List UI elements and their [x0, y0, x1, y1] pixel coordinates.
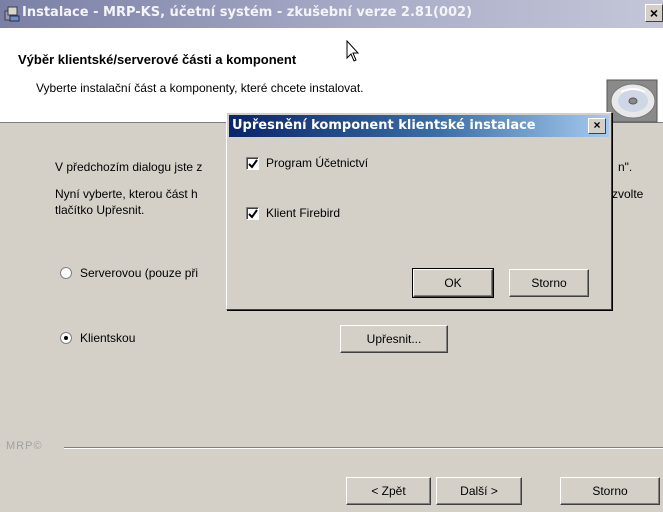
dialog-close-button[interactable]: × — [588, 118, 606, 134]
dialog-title: Upřesnění komponent klientské instalace — [232, 118, 536, 133]
radio-server[interactable]: Serverovou (pouze při — [60, 266, 198, 280]
wizard-step-subtitle: Vyberte instalační část a komponenty, kt… — [36, 81, 364, 95]
mouse-cursor-icon — [346, 40, 360, 62]
radio-server-indicator[interactable] — [60, 267, 72, 279]
radio-server-label: Serverovou (pouze při — [80, 266, 199, 280]
window-close-button[interactable]: × — [645, 4, 663, 22]
checkbox-klient-firebird[interactable]: Klient Firebird — [246, 206, 340, 220]
checkbox-klient-firebird-label: Klient Firebird — [266, 206, 341, 220]
cancel-button[interactable]: Storno — [560, 477, 660, 505]
back-button-label: < Zpět — [371, 484, 406, 498]
info-line-2: Nyní vyberte, kterou část h — [55, 187, 198, 201]
wizard-header: Výběr klientské/serverové části a kompon… — [0, 28, 663, 123]
dialog-ok-button[interactable]: OK — [412, 268, 494, 298]
info-line-3: tlačítko Upřesnit. — [55, 203, 145, 217]
brand-label: MRP© — [6, 440, 43, 452]
cancel-button-label: Storno — [592, 484, 628, 498]
checkmark-icon — [248, 158, 258, 169]
checkmark-icon — [248, 208, 258, 219]
info-line-1-end: n". — [618, 160, 633, 174]
radio-client-indicator[interactable] — [60, 332, 72, 344]
upresnit-button[interactable]: Upřesnit... — [340, 325, 448, 353]
checkbox-program-ucetnictvi-label: Program Účetnictví — [266, 156, 369, 170]
checkbox-program-ucetnictvi[interactable]: Program Účetnictví — [246, 156, 368, 170]
back-button[interactable]: < Zpět — [346, 477, 431, 505]
component-dialog: Upřesnění komponent klientské instalace … — [226, 112, 612, 310]
checkbox-klient-firebird-box[interactable] — [246, 206, 259, 220]
dialog-cancel-button[interactable]: Storno — [509, 269, 589, 297]
next-button-label: Další > — [460, 484, 498, 498]
footer-separator — [64, 447, 663, 449]
radio-client[interactable]: Klientskou — [60, 331, 135, 345]
window-title: Instalace - MRP-KS, účetní systém - zkuš… — [22, 5, 473, 20]
info-line-2-end: zvolte — [612, 187, 644, 201]
checkbox-program-ucetnictvi-box[interactable] — [246, 156, 259, 170]
installer-app-icon — [3, 5, 21, 23]
dialog-title-bar[interactable]: Upřesnění komponent klientské instalace … — [229, 115, 609, 137]
window-title-bar[interactable]: Instalace - MRP-KS, účetní systém - zkuš… — [0, 0, 663, 28]
info-line-1: V předchozím dialogu jste z — [55, 160, 203, 174]
next-button[interactable]: Další > — [436, 477, 522, 505]
radio-client-label: Klientskou — [80, 331, 136, 345]
wizard-step-title: Výběr klientské/serverové části a kompon… — [18, 52, 297, 67]
